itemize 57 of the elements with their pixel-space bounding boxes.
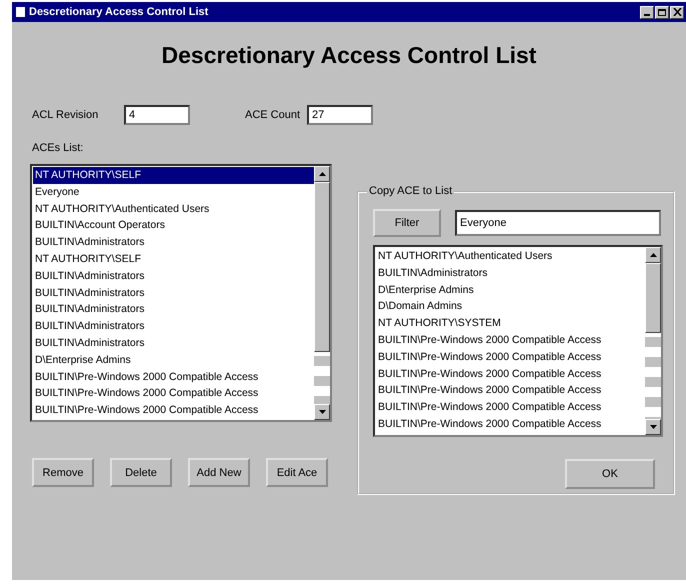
list-item[interactable]: BUILTIN\Account Operators [33,217,314,234]
up-arrow-icon [318,172,326,176]
field-label: ACL Revision [32,109,100,121]
list-item[interactable]: BUILTIN\Administrators [376,264,645,282]
list-item[interactable]: BUILTIN\Pre-Windows 2000 Compatible Access [376,332,645,349]
list-item[interactable]: D\Enterprise Admins [33,352,314,369]
list-item[interactable]: BUILTIN\Administrators [33,318,314,335]
dialog-button[interactable]: Edit Ace [266,458,328,487]
filter-button[interactable]: Filter [373,209,441,237]
list-item[interactable]: BUILTIN\Administrators [33,284,314,302]
list-label: ACEs List: [32,142,84,154]
list-item[interactable]: BUILTIN\Pre-Windows 2000 Compatible Access [33,368,314,386]
group-label: Copy ACE to List [367,185,454,197]
list-item[interactable]: BUILTIN\Pre-Windows 2000 Compatible Access [33,402,314,419]
down-arrow-icon [318,410,326,414]
scroll-up-button[interactable] [645,247,661,263]
close-button[interactable] [670,6,684,18]
list-item[interactable]: BUILTIN\Pre-Windows 2000 Compatible Access [376,399,645,416]
scrollbar[interactable] [314,166,330,420]
input-field[interactable]: 4 [124,105,190,125]
scroll-down-button[interactable] [645,419,661,435]
scrollbar-thumb[interactable] [645,263,661,333]
list-item[interactable]: BUILTIN\Administrators [33,268,314,285]
up-arrow-icon [650,253,656,257]
list-item[interactable]: D\Domain Admins [376,298,645,316]
scrollbar[interactable] [645,247,661,435]
list-item[interactable]: NT AUTHORITY\SYSTEM [376,315,645,332]
list-item[interactable]: D\Enterprise Admins [376,282,645,298]
filter-field[interactable]: Everyone [455,210,661,236]
window-title: Descretionary Access Control List [29,6,210,18]
list-item[interactable]: BUILTIN\Pre-Windows 2000 Compatible Access [376,366,645,382]
list-item[interactable]: Everyone [33,184,314,201]
list-item[interactable]: BUILTIN\Pre-Windows 2000 Compatible Access [33,385,314,402]
scroll-down-button[interactable] [314,404,330,420]
list-item[interactable]: BUILTIN\Pre-Windows 2000 Compatible Access [376,382,645,400]
dialog-heading: Descretionary Access Control List [162,42,536,68]
scroll-up-button[interactable] [314,166,330,182]
minimize-button[interactable] [640,6,654,18]
list-item[interactable]: BUILTIN\Administrators [33,334,314,352]
list-item[interactable]: NT AUTHORITY\Authenticated Users [376,248,645,265]
list-item[interactable]: NT AUTHORITY\SELF [33,250,314,268]
field-label: ACE Count [245,109,302,121]
list-item[interactable]: BUILTIN\Pre-Windows 2000 Compatible Access [376,416,645,433]
list-item[interactable]: NT AUTHORITY\Authenticated Users [33,200,314,218]
dialog-button[interactable]: Remove [32,458,94,487]
down-arrow-icon [650,425,656,429]
list-item[interactable]: NT AUTHORITY\SELF [33,167,314,184]
dialog-button[interactable]: Add New [188,458,250,487]
app-icon [16,7,25,17]
maximize-button[interactable] [655,6,669,18]
list-item[interactable]: BUILTIN\Administrators [33,301,314,318]
ok-button[interactable]: OK [565,459,655,489]
input-field[interactable]: 27 [307,105,373,125]
scrollbar-thumb[interactable] [314,182,330,352]
dialog-button[interactable]: Delete [110,458,172,487]
list-item[interactable]: BUILTIN\Administrators [33,234,314,251]
list-item[interactable]: BUILTIN\Pre-Windows 2000 Compatible Access [376,348,645,366]
